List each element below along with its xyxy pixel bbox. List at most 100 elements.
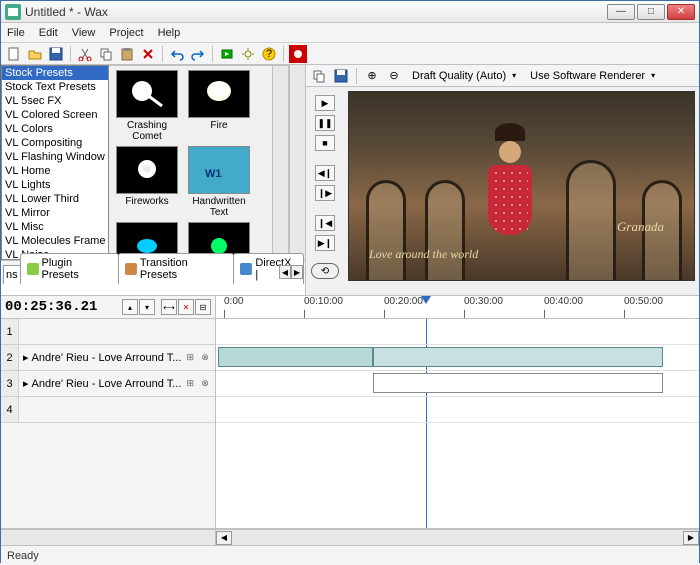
preset-thumbs: Crashing Comet Fire Fireworks W1 Handwri… (109, 65, 289, 260)
renderer-dropdown[interactable]: Use Software Renderer (525, 68, 660, 84)
save-frame-icon[interactable] (332, 67, 350, 85)
scroll-right-button[interactable]: ▶ (683, 531, 699, 545)
panel-scrollbar[interactable] (289, 65, 305, 260)
titlebar: Untitled * - Wax — □ ✕ (1, 1, 699, 23)
track-name[interactable]: ▸Andre' Rieu - Love Arround T...⊞⊗ (19, 350, 215, 366)
ruler-tick: 00:50:00 (624, 296, 663, 307)
tab-transition-presets[interactable]: Transition Presets (118, 253, 235, 284)
tab-scroll-left[interactable]: ◀ (279, 265, 291, 279)
main-toolbar: ? (1, 43, 699, 65)
svg-text:?: ? (266, 48, 272, 60)
preset-category-item[interactable]: VL Misc (2, 220, 108, 234)
menu-project[interactable]: Project (109, 27, 143, 39)
scroll-left-button[interactable]: ◀ (216, 531, 232, 545)
pause-button[interactable]: ❚❚ (315, 115, 335, 131)
preset-thumb[interactable]: W1 Handwritten Text (185, 146, 253, 218)
presets-panel: Stock PresetsStock Text PresetsVL 5sec F… (1, 65, 306, 295)
menu-edit[interactable]: Edit (39, 27, 58, 39)
preset-thumb[interactable]: Fire (185, 70, 253, 142)
track-delete-icon[interactable]: ⊗ (199, 376, 211, 392)
minimize-button[interactable]: — (607, 4, 635, 20)
track-content[interactable] (216, 319, 699, 528)
zoom-in-icon[interactable]: ⊕ (363, 67, 381, 85)
delete-icon[interactable] (139, 45, 157, 63)
menu-help[interactable]: Help (158, 27, 181, 39)
transport-controls: ▶ ❚❚ ■ ◀❙ ❙▶ ❙◀ ▶❙ ⟲ (310, 91, 340, 291)
tab-scroll-right[interactable]: ▶ (291, 265, 303, 279)
preset-thumb[interactable]: Fireworks (113, 146, 181, 218)
preset-category-list[interactable]: Stock PresetsStock Text PresetsVL 5sec F… (1, 65, 109, 260)
preview-caption-location: Granada (617, 219, 664, 235)
preset-category-item[interactable]: VL Colored Screen (2, 108, 108, 122)
link-button[interactable]: ⟲ (311, 263, 339, 279)
quality-dropdown[interactable]: Draft Quality (Auto) (407, 68, 521, 84)
preset-category-item[interactable]: Stock Presets (2, 66, 108, 80)
track-number: 3 (1, 371, 19, 396)
prev-frame-button[interactable]: ◀❙ (315, 165, 335, 181)
thumb-label: Handwritten Text (185, 196, 253, 218)
tab-left-edge[interactable]: ns (3, 265, 21, 284)
settings-icon[interactable] (239, 45, 257, 63)
clip[interactable] (373, 373, 663, 393)
cut-icon[interactable] (76, 45, 94, 63)
track-fx-icon[interactable]: ⊞ (184, 376, 196, 392)
track-fx-icon[interactable]: ⊞ (184, 350, 196, 366)
track-row: 1 (1, 319, 215, 345)
marker-icon[interactable]: ✕ (178, 299, 194, 315)
track-number: 2 (1, 345, 19, 370)
copy-frame-icon[interactable] (310, 67, 328, 85)
preset-category-item[interactable]: VL Home (2, 164, 108, 178)
timecode-down[interactable]: ▾ (139, 299, 155, 315)
play-button[interactable]: ▶ (315, 95, 335, 111)
preview-viewport[interactable]: Granada Love around the world (348, 91, 695, 281)
preset-category-item[interactable]: VL 5sec FX (2, 94, 108, 108)
preset-category-item[interactable]: Stock Text Presets (2, 80, 108, 94)
preview-caption-title: Love around the world (369, 247, 478, 262)
track-name[interactable]: ▸Andre' Rieu - Love Arround T...⊞⊗ (19, 376, 215, 392)
preview-toolbar: ⊕ ⊖ Draft Quality (Auto) Use Software Re… (306, 65, 699, 87)
expand-icon[interactable]: ▸ (23, 351, 29, 364)
preset-category-item[interactable]: VL Lights (2, 178, 108, 192)
timeline-ruler[interactable]: 0:0000:10:0000:20:0000:30:0000:40:0000:5… (216, 296, 699, 318)
thumbs-scrollbar[interactable] (272, 66, 288, 259)
goto-start-button[interactable]: ❙◀ (315, 215, 335, 231)
ruler-tick: 0:00 (224, 296, 243, 307)
open-icon[interactable] (26, 45, 44, 63)
statusbar: Ready (1, 545, 699, 565)
preset-category-item[interactable]: VL Lower Third (2, 192, 108, 206)
record-icon[interactable] (289, 45, 307, 63)
menu-file[interactable]: File (7, 27, 25, 39)
preset-category-item[interactable]: VL Flashing Window (2, 150, 108, 164)
zoom-out-icon[interactable]: ⊖ (385, 67, 403, 85)
undo-icon[interactable] (168, 45, 186, 63)
paste-icon[interactable] (118, 45, 136, 63)
goto-end-button[interactable]: ▶❙ (315, 235, 335, 251)
clip[interactable] (218, 347, 373, 367)
snap-icon[interactable]: ⊟ (195, 299, 211, 315)
render-icon[interactable] (218, 45, 236, 63)
preset-category-item[interactable]: VL Colors (2, 122, 108, 136)
preset-category-item[interactable]: VL Molecules Frame (2, 234, 108, 248)
preset-category-item[interactable]: VL Compositing (2, 136, 108, 150)
copy-icon[interactable] (97, 45, 115, 63)
close-button[interactable]: ✕ (667, 4, 695, 20)
menu-view[interactable]: View (72, 27, 96, 39)
ruler-tick: 00:10:00 (304, 296, 343, 307)
next-frame-button[interactable]: ❙▶ (315, 185, 335, 201)
preset-category-item[interactable]: VL Mirror (2, 206, 108, 220)
maximize-button[interactable]: □ (637, 4, 665, 20)
preset-thumb[interactable]: Crashing Comet (113, 70, 181, 142)
thumb-label: Fire (185, 120, 253, 131)
clip[interactable] (373, 347, 663, 367)
expand-icon[interactable]: ▸ (23, 377, 29, 390)
zoom-fit-icon[interactable]: ⟷ (161, 299, 177, 315)
save-icon[interactable] (47, 45, 65, 63)
tab-plugin-presets[interactable]: Plugin Presets (20, 253, 119, 284)
help-icon[interactable]: ? (260, 45, 278, 63)
redo-icon[interactable] (189, 45, 207, 63)
timecode-up[interactable]: ▴ (122, 299, 138, 315)
status-text: Ready (7, 550, 39, 562)
new-icon[interactable] (5, 45, 23, 63)
stop-button[interactable]: ■ (315, 135, 335, 151)
track-delete-icon[interactable]: ⊗ (199, 350, 211, 366)
